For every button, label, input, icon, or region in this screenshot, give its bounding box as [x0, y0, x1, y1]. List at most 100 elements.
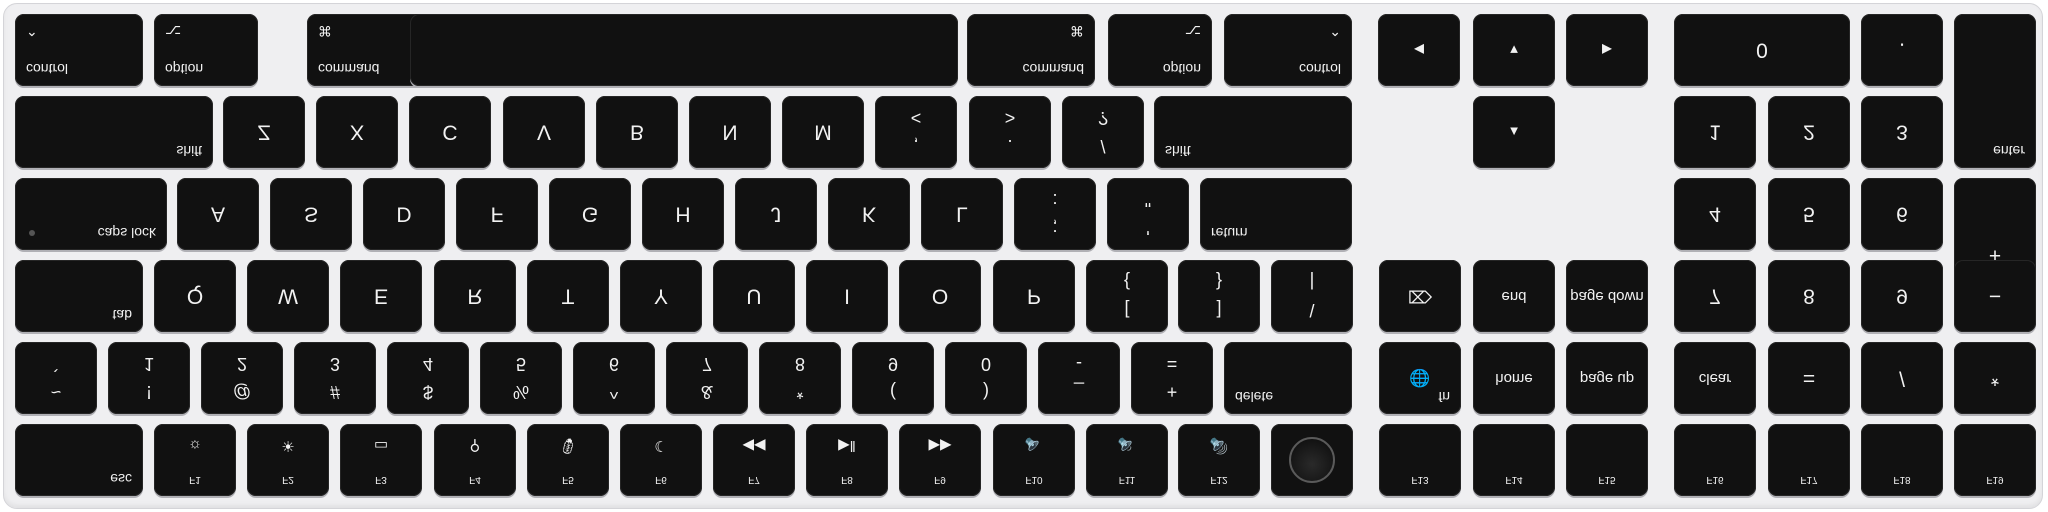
- key-f12[interactable]: F12 🔊: [1178, 424, 1260, 496]
- key-f16[interactable]: F16: [1674, 424, 1756, 496]
- key-d[interactable]: D: [363, 178, 445, 250]
- key-j[interactable]: J: [735, 178, 817, 250]
- key-num-decimal[interactable]: .: [1861, 14, 1943, 86]
- key-page-down[interactable]: page down: [1566, 260, 1648, 332]
- key-digit-6[interactable]: ^ 6: [573, 342, 655, 414]
- key-backslash[interactable]: \ |: [1271, 260, 1353, 332]
- key-r[interactable]: R: [434, 260, 516, 332]
- key-fn-globe[interactable]: fn 🌐: [1379, 342, 1461, 414]
- key-shift-left[interactable]: shift: [15, 96, 213, 168]
- key-s[interactable]: S: [270, 178, 352, 250]
- key-num-4[interactable]: 4: [1674, 178, 1756, 250]
- key-num-5[interactable]: 5: [1768, 178, 1850, 250]
- key-f8[interactable]: F8 ▶‖: [806, 424, 888, 496]
- key-f5[interactable]: F5 🎙: [527, 424, 609, 496]
- key-f9[interactable]: F9 ▶▶: [899, 424, 981, 496]
- key-i[interactable]: I: [806, 260, 888, 332]
- key-a[interactable]: A: [177, 178, 259, 250]
- key-f13[interactable]: F13: [1379, 424, 1461, 496]
- key-p[interactable]: P: [993, 260, 1075, 332]
- key-delete[interactable]: delete: [1224, 342, 1352, 414]
- key-end[interactable]: end: [1473, 260, 1555, 332]
- key-digit-8[interactable]: * 8: [759, 342, 841, 414]
- key-c[interactable]: C: [409, 96, 491, 168]
- key-arrow-left[interactable]: ◀: [1378, 14, 1460, 86]
- key-digit-5[interactable]: % 5: [480, 342, 562, 414]
- key-num-7[interactable]: 7: [1674, 260, 1756, 332]
- key-arrow-right[interactable]: ▶: [1566, 14, 1648, 86]
- key-bracket-left[interactable]: [{: [1086, 260, 1168, 332]
- key-digit-3[interactable]: #3: [294, 342, 376, 414]
- key-clear[interactable]: clear: [1674, 342, 1756, 414]
- key-x[interactable]: X: [316, 96, 398, 168]
- key-space[interactable]: [410, 14, 958, 86]
- key-semicolon[interactable]: ;:: [1014, 178, 1096, 250]
- key-grave[interactable]: ~ `: [15, 342, 97, 414]
- key-control-left[interactable]: control ⌃: [15, 14, 143, 86]
- key-num-0[interactable]: 0: [1674, 14, 1850, 86]
- key-caps-lock[interactable]: caps lock: [15, 178, 167, 250]
- key-y[interactable]: Y: [620, 260, 702, 332]
- key-q[interactable]: Q: [154, 260, 236, 332]
- key-f6[interactable]: F6 ☾: [620, 424, 702, 496]
- key-num-divide[interactable]: /: [1861, 342, 1943, 414]
- key-arrow-down[interactable]: ▼: [1473, 14, 1555, 86]
- key-f[interactable]: F: [456, 178, 538, 250]
- key-digit-1[interactable]: ! 1: [108, 342, 190, 414]
- key-num-3[interactable]: 3: [1861, 96, 1943, 168]
- key-digit-0[interactable]: ) 0: [945, 342, 1027, 414]
- key-f10[interactable]: F10 🔈: [993, 424, 1075, 496]
- key-digit-9[interactable]: (9: [852, 342, 934, 414]
- key-f17[interactable]: F17: [1768, 424, 1850, 496]
- key-f7[interactable]: F7 ◀◀: [713, 424, 795, 496]
- key-o[interactable]: O: [899, 260, 981, 332]
- key-f18[interactable]: F18: [1861, 424, 1943, 496]
- key-f11[interactable]: F11 🔉: [1086, 424, 1168, 496]
- key-f14[interactable]: F14: [1473, 424, 1555, 496]
- key-return[interactable]: return: [1200, 178, 1352, 250]
- key-digit-7[interactable]: & 7: [666, 342, 748, 414]
- key-arrow-up[interactable]: ▲: [1473, 96, 1555, 168]
- key-num-8[interactable]: 8: [1768, 260, 1850, 332]
- key-shift-right[interactable]: shift: [1154, 96, 1352, 168]
- key-f15[interactable]: F15: [1566, 424, 1648, 496]
- key-w[interactable]: W: [247, 260, 329, 332]
- key-slash[interactable]: /?: [1062, 96, 1144, 168]
- key-num-equal[interactable]: =: [1768, 342, 1850, 414]
- key-forward-delete[interactable]: ⌦: [1379, 260, 1461, 332]
- key-v[interactable]: V: [503, 96, 585, 168]
- key-num-9[interactable]: 9: [1861, 260, 1943, 332]
- key-f1[interactable]: F1 ☼: [154, 424, 236, 496]
- key-k[interactable]: K: [828, 178, 910, 250]
- key-num-enter[interactable]: enter: [1954, 14, 2036, 168]
- key-equal[interactable]: + =: [1131, 342, 1213, 414]
- key-e[interactable]: E: [340, 260, 422, 332]
- key-f2[interactable]: F2 ☀: [247, 424, 329, 496]
- key-digit-4[interactable]: $4: [387, 342, 469, 414]
- key-digit-2[interactable]: @2: [201, 342, 283, 414]
- key-command-right[interactable]: command ⌘: [967, 14, 1095, 86]
- key-option-left[interactable]: option ⌥: [154, 14, 258, 86]
- key-home[interactable]: home: [1473, 342, 1555, 414]
- key-minus[interactable]: _ -: [1038, 342, 1120, 414]
- key-esc[interactable]: esc: [15, 424, 143, 496]
- key-u[interactable]: U: [713, 260, 795, 332]
- key-z[interactable]: Z: [223, 96, 305, 168]
- key-quote[interactable]: ' ": [1107, 178, 1189, 250]
- key-n[interactable]: N: [689, 96, 771, 168]
- key-tab[interactable]: tab: [15, 260, 143, 332]
- key-t[interactable]: T: [527, 260, 609, 332]
- key-b[interactable]: B: [596, 96, 678, 168]
- key-num-6[interactable]: 6: [1861, 178, 1943, 250]
- key-bracket-right[interactable]: ]}: [1178, 260, 1260, 332]
- key-num-multiply[interactable]: *: [1954, 342, 2036, 414]
- key-control-right[interactable]: control ⌃: [1224, 14, 1352, 86]
- key-comma[interactable]: , <: [875, 96, 957, 168]
- key-option-right[interactable]: option ⌥: [1108, 14, 1212, 86]
- key-page-up[interactable]: page up: [1566, 342, 1648, 414]
- key-num-minus[interactable]: −: [1954, 260, 2036, 332]
- key-f4[interactable]: F4 ⚲: [434, 424, 516, 496]
- key-h[interactable]: H: [642, 178, 724, 250]
- key-m[interactable]: M: [782, 96, 864, 168]
- key-num-1[interactable]: 1: [1674, 96, 1756, 168]
